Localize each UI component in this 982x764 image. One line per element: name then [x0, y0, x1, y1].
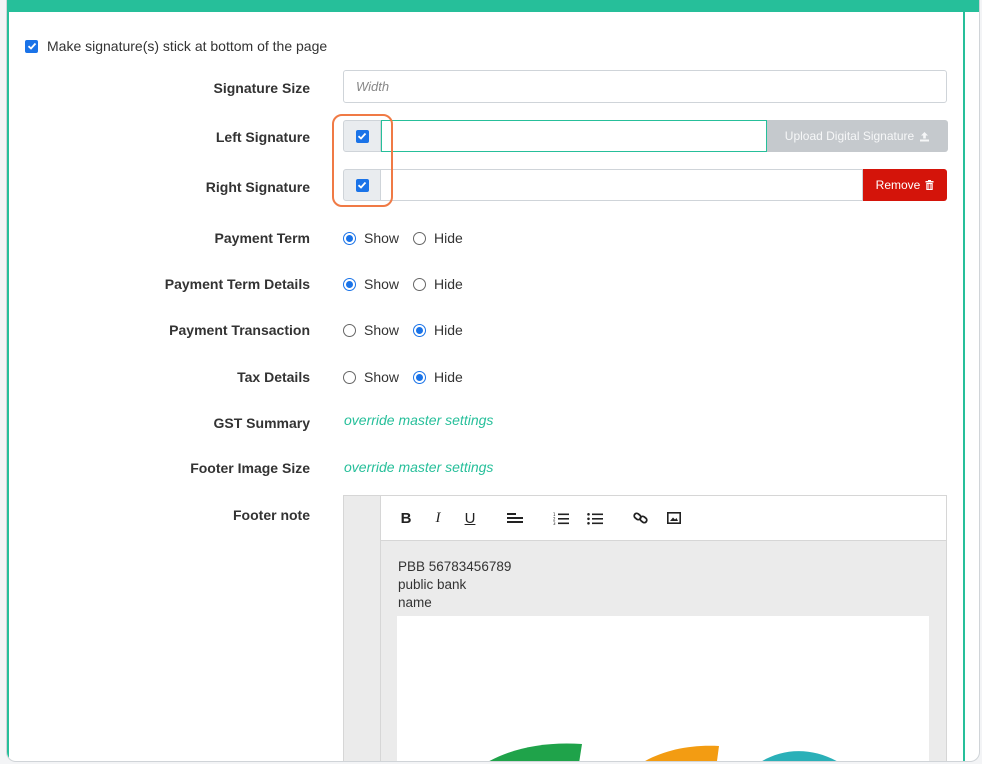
footer-note-line: public bank — [398, 577, 467, 592]
payment-term-details-label: Payment Term Details — [164, 276, 310, 292]
italic-button[interactable]: I — [431, 510, 445, 527]
payment-term-details-show-label[interactable]: Show — [364, 276, 399, 292]
payment-term-details-hide-radio[interactable] — [413, 277, 427, 291]
tax-details-show-label[interactable]: Show — [364, 369, 399, 385]
check-icon — [27, 42, 36, 50]
editor-toolbar: B I U 123 — [380, 496, 946, 541]
right-signature-label: Right Signature — [205, 179, 310, 195]
settings-card: Make signature(s) stick at bottom of the… — [6, 0, 980, 762]
right-signature-group: Remove — [343, 169, 947, 201]
bullet-list-button[interactable] — [587, 512, 603, 525]
left-signature-label: Left Signature — [215, 129, 310, 145]
payment-term-hide-radio[interactable] — [413, 231, 427, 245]
footer-image-size-override-link[interactable]: override master settings — [344, 459, 493, 475]
align-left-icon — [507, 513, 523, 523]
image-icon — [667, 512, 681, 524]
align-left-button[interactable] — [507, 512, 523, 524]
payment-transaction-show-label[interactable]: Show — [364, 322, 399, 338]
tax-details-hide-label[interactable]: Hide — [434, 369, 463, 385]
gst-summary-label: GST Summary — [213, 415, 310, 431]
footer-image — [397, 616, 929, 761]
svg-text:3: 3 — [553, 521, 556, 525]
left-signature-checkbox[interactable] — [355, 129, 369, 143]
signature-width-input[interactable]: Width — [343, 70, 947, 103]
stick-signature-row[interactable]: Make signature(s) stick at bottom of the… — [25, 38, 327, 54]
insert-link-button[interactable] — [633, 511, 649, 525]
payment-transaction-label: Payment Transaction — [169, 322, 310, 338]
payment-term-hide-label[interactable]: Hide — [434, 230, 463, 246]
upload-button-label: Upload Digital Signature — [784, 129, 915, 143]
tax-details-hide-radio[interactable] — [413, 370, 427, 384]
right-signature-checkbox[interactable] — [355, 178, 369, 192]
footer-image-size-label: Footer Image Size — [190, 460, 310, 476]
accent-top-bar — [7, 0, 979, 12]
payment-term-radio-group: Show Hide — [343, 230, 477, 246]
right-signature-checkbox-addon[interactable] — [343, 169, 381, 201]
footer-logo-image — [489, 743, 837, 761]
upload-digital-signature-button[interactable]: Upload Digital Signature — [767, 120, 948, 152]
check-icon — [357, 181, 367, 189]
remove-signature-button[interactable]: Remove — [863, 169, 947, 201]
footer-note-line: name — [398, 595, 432, 610]
tax-details-show-radio[interactable] — [343, 370, 356, 384]
left-signature-checkbox-addon[interactable] — [343, 120, 381, 152]
ordered-list-icon: 123 — [553, 512, 569, 525]
tax-details-radio-group: Show Hide — [343, 369, 477, 385]
payment-transaction-radio-group: Show Hide — [343, 322, 477, 338]
accent-right-edge — [963, 12, 965, 761]
stick-signature-checkbox[interactable] — [25, 39, 38, 53]
underline-button[interactable]: U — [463, 510, 477, 527]
footer-note-line: PBB 56783456789 — [398, 559, 512, 574]
payment-term-details-radio-group: Show Hide — [343, 276, 477, 292]
link-icon — [633, 512, 648, 524]
payment-term-show-radio[interactable] — [343, 231, 356, 245]
accent-left-edge — [7, 12, 9, 761]
ordered-list-button[interactable]: 123 — [553, 512, 569, 525]
trash-icon — [925, 180, 934, 190]
bold-button[interactable]: B — [399, 510, 413, 527]
payment-term-details-show-radio[interactable] — [343, 277, 356, 291]
check-icon — [357, 132, 367, 140]
left-signature-file-field[interactable] — [381, 120, 767, 152]
payment-transaction-hide-radio[interactable] — [413, 323, 427, 337]
stick-signature-label: Make signature(s) stick at bottom of the… — [47, 38, 328, 54]
signature-size-label: Signature Size — [213, 80, 310, 96]
signature-width-placeholder: Width — [356, 79, 390, 94]
tax-details-label: Tax Details — [237, 369, 310, 385]
payment-term-label: Payment Term — [214, 230, 310, 246]
upload-icon — [920, 131, 930, 141]
remove-button-label: Remove — [875, 178, 921, 192]
right-signature-file-field[interactable] — [381, 169, 863, 201]
gst-summary-override-link[interactable]: override master settings — [344, 412, 493, 428]
insert-image-button[interactable] — [667, 512, 681, 524]
footer-note-label: Footer note — [233, 507, 310, 523]
payment-term-details-hide-label[interactable]: Hide — [434, 276, 463, 292]
footer-note-editor: B I U 123 PBB 56783456789 public bank na… — [343, 495, 947, 761]
bullet-list-icon — [587, 512, 603, 525]
left-signature-group: Upload Digital Signature — [343, 120, 948, 152]
payment-term-show-label[interactable]: Show — [364, 230, 399, 246]
payment-transaction-show-radio[interactable] — [343, 323, 356, 337]
payment-transaction-hide-label[interactable]: Hide — [434, 322, 463, 338]
